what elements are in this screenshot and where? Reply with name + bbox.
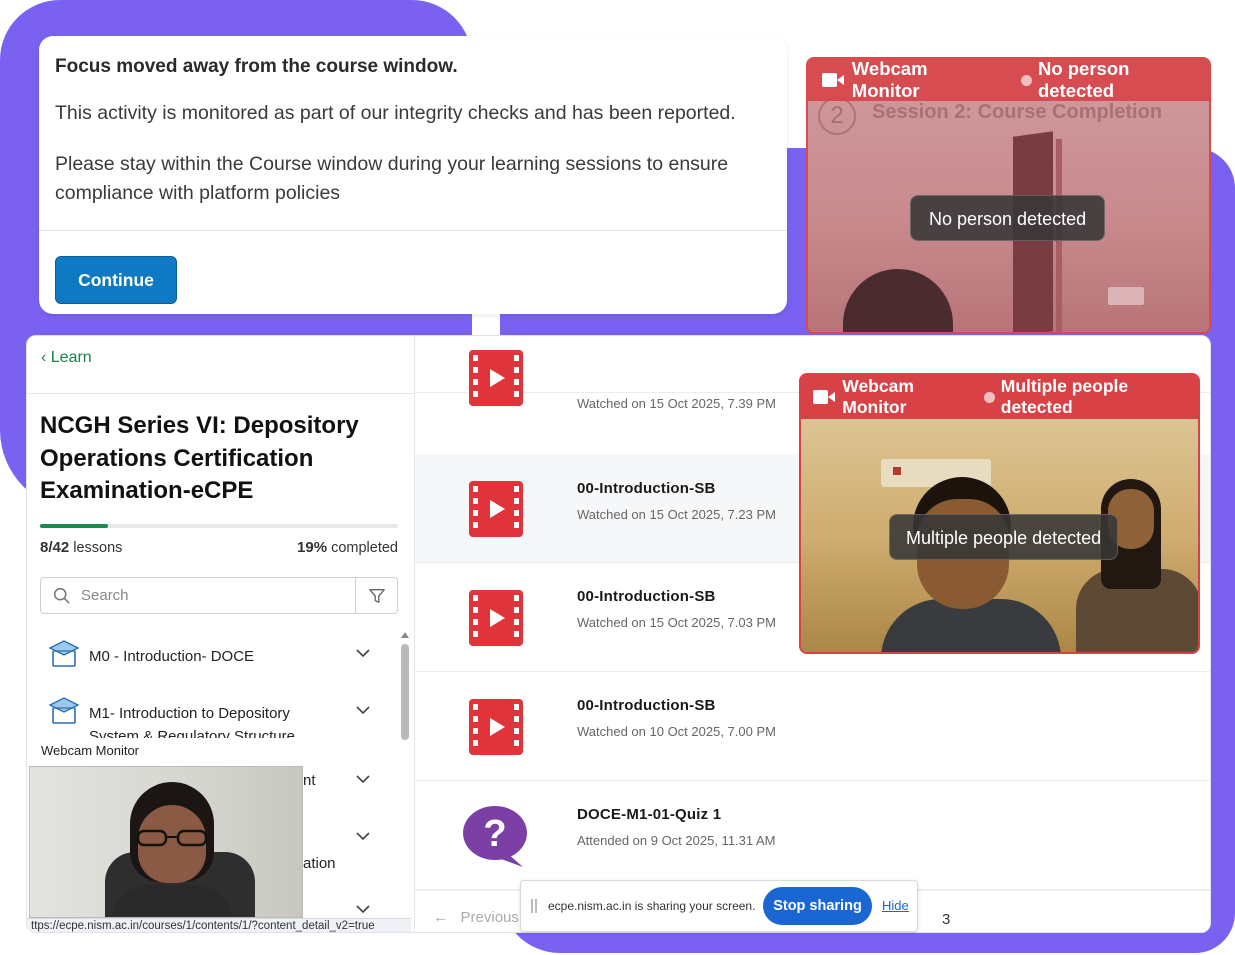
background-session-text: Session 2: Course Completion bbox=[872, 101, 1163, 123]
no-person-toast: No person detected bbox=[910, 195, 1106, 241]
filter-icon bbox=[368, 588, 385, 603]
sidebar-divider bbox=[27, 393, 414, 394]
stop-sharing-button[interactable]: Stop sharing bbox=[763, 887, 872, 925]
multiple-people-toast: Multiple people detected bbox=[889, 514, 1119, 560]
webcam-monitor-title: Webcam Monitor bbox=[851, 58, 928, 101]
module-cube-icon bbox=[48, 697, 80, 724]
back-to-learn-link[interactable]: ‹ Learn bbox=[41, 349, 92, 367]
sidebar-scrollbar[interactable] bbox=[401, 632, 409, 932]
chevron-left-icon: ‹ bbox=[41, 349, 47, 366]
back-link-label: Learn bbox=[50, 349, 92, 366]
video-file-icon bbox=[469, 350, 523, 406]
module-cube-icon bbox=[48, 640, 80, 667]
course-sidebar: ‹ Learn NCGH Series VI: Depository Opera… bbox=[27, 336, 415, 932]
continue-button[interactable]: Continue bbox=[55, 256, 177, 304]
quiz-question-icon: ? bbox=[463, 806, 527, 867]
row-title: 00-Introduction-SB bbox=[577, 697, 716, 714]
arrow-left-icon: ← bbox=[433, 909, 448, 926]
content-row-video[interactable]: 00-Introduction-SB Watched on 10 Oct 202… bbox=[415, 672, 1210, 781]
module-item-m0[interactable]: M0 - Introduction- DOCE bbox=[47, 639, 382, 679]
background-step-number: 2 bbox=[818, 97, 856, 135]
course-progress-fill bbox=[40, 524, 109, 528]
percent-value: 19% bbox=[297, 539, 328, 556]
video-camera-icon bbox=[822, 73, 844, 87]
lessons-done: 8/42 bbox=[40, 539, 70, 556]
row-subtitle: Watched on 15 Oct 2025, 7.23 PM bbox=[577, 507, 776, 522]
row-subtitle: Watched on 15 Oct 2025, 7.39 PM bbox=[577, 396, 776, 411]
module-label-m0: M0 - Introduction- DOCE bbox=[89, 648, 255, 665]
page-number[interactable]: 3 bbox=[942, 911, 950, 928]
row-subtitle: Watched on 10 Oct 2025, 7.00 PM bbox=[577, 724, 776, 739]
video-file-icon bbox=[469, 699, 523, 755]
scrollbar-thumb[interactable] bbox=[401, 644, 409, 740]
drag-handle-icon[interactable] bbox=[531, 899, 537, 913]
video-camera-icon bbox=[813, 390, 836, 404]
content-row-quiz[interactable]: ? DOCE-M1-01-Quiz 1 Attended on 9 Oct 20… bbox=[415, 781, 1210, 890]
search-icon bbox=[53, 587, 70, 604]
row-title: 00-Introduction-SB bbox=[577, 480, 716, 497]
row-subtitle: Attended on 9 Oct 2025, 11.31 AM bbox=[577, 833, 776, 848]
lesson-search-box[interactable]: Search bbox=[40, 577, 398, 614]
module-label-partial: ation bbox=[303, 855, 336, 872]
ac-indicator bbox=[893, 467, 901, 475]
completion-percent: 19% completed bbox=[297, 539, 398, 556]
chevron-down-icon[interactable] bbox=[355, 903, 371, 915]
webcam-monitor-no-person: 2 Session 2: Course Completion Webcam Mo… bbox=[806, 57, 1211, 334]
alert-message-monitoring: This activity is monitored as part of ou… bbox=[55, 102, 736, 124]
wall-switch bbox=[1108, 287, 1144, 305]
webcam-status: Multiple people detected bbox=[1000, 376, 1129, 417]
search-placeholder: Search bbox=[81, 587, 129, 604]
lessons-suffix: lessons bbox=[73, 540, 123, 556]
row-title: 00-Introduction-SB bbox=[577, 588, 716, 605]
chevron-down-icon[interactable] bbox=[355, 647, 371, 659]
glasses bbox=[136, 829, 208, 847]
svg-text:?: ? bbox=[483, 813, 506, 855]
row-title: DOCE-M1-01-Quiz 1 bbox=[577, 806, 722, 823]
webcam-monitor-multiple-people: Webcam Monitor Multiple people detected … bbox=[799, 373, 1200, 654]
video-file-icon bbox=[469, 590, 523, 646]
module-item-m1[interactable]: M1- Introduction to Depository System & … bbox=[47, 696, 382, 738]
video-file-icon bbox=[469, 481, 523, 537]
course-title: NCGH Series VI: Depository Operations Ce… bbox=[40, 412, 359, 504]
status-dot-icon bbox=[984, 391, 995, 403]
previous-button[interactable]: ← Previous bbox=[433, 909, 519, 926]
mini-webcam-label: Webcam Monitor bbox=[41, 743, 140, 758]
webcam-monitor-title: Webcam Monitor bbox=[842, 376, 914, 417]
screen-share-message: ecpe.nism.ac.in is sharing your screen. bbox=[548, 899, 756, 913]
filter-button[interactable] bbox=[355, 578, 397, 613]
alert-title: Focus moved away from the course window. bbox=[55, 56, 458, 77]
hide-share-bar-link[interactable]: Hide bbox=[882, 898, 909, 913]
webcam-monitor-header: Webcam Monitor No person detected bbox=[808, 59, 1209, 101]
module-label-m1: M1- Introduction to Depository System & … bbox=[89, 705, 295, 738]
percent-suffix: completed bbox=[331, 540, 398, 556]
module-label-partial: nt bbox=[303, 772, 316, 789]
alert-message-policy: Please stay within the Course window dur… bbox=[55, 153, 729, 204]
status-dot-icon bbox=[1021, 74, 1032, 86]
lessons-count: 8/42 lessons bbox=[40, 539, 122, 556]
partial-head bbox=[843, 269, 953, 332]
chevron-down-icon[interactable] bbox=[355, 704, 371, 716]
chevron-down-icon[interactable] bbox=[355, 830, 371, 842]
previous-label: Previous bbox=[460, 909, 519, 926]
browser-status-url: ttps://ecpe.nism.ac.in/courses/1/content… bbox=[27, 918, 411, 932]
chevron-down-icon[interactable] bbox=[355, 773, 371, 785]
scroll-up-arrow-icon[interactable] bbox=[401, 632, 409, 638]
webcam-monitor-header: Webcam Monitor Multiple people detected bbox=[801, 375, 1198, 419]
mini-webcam-feed bbox=[29, 766, 303, 918]
screen-share-bar: ecpe.nism.ac.in is sharing your screen. … bbox=[520, 880, 918, 932]
focus-alert-dialog: Focus moved away from the course window.… bbox=[39, 36, 787, 314]
course-progress-bar bbox=[40, 524, 398, 528]
alert-divider bbox=[39, 230, 787, 231]
webcam-status: No person detected bbox=[1037, 58, 1130, 101]
row-subtitle: Watched on 15 Oct 2025, 7.03 PM bbox=[577, 615, 776, 630]
